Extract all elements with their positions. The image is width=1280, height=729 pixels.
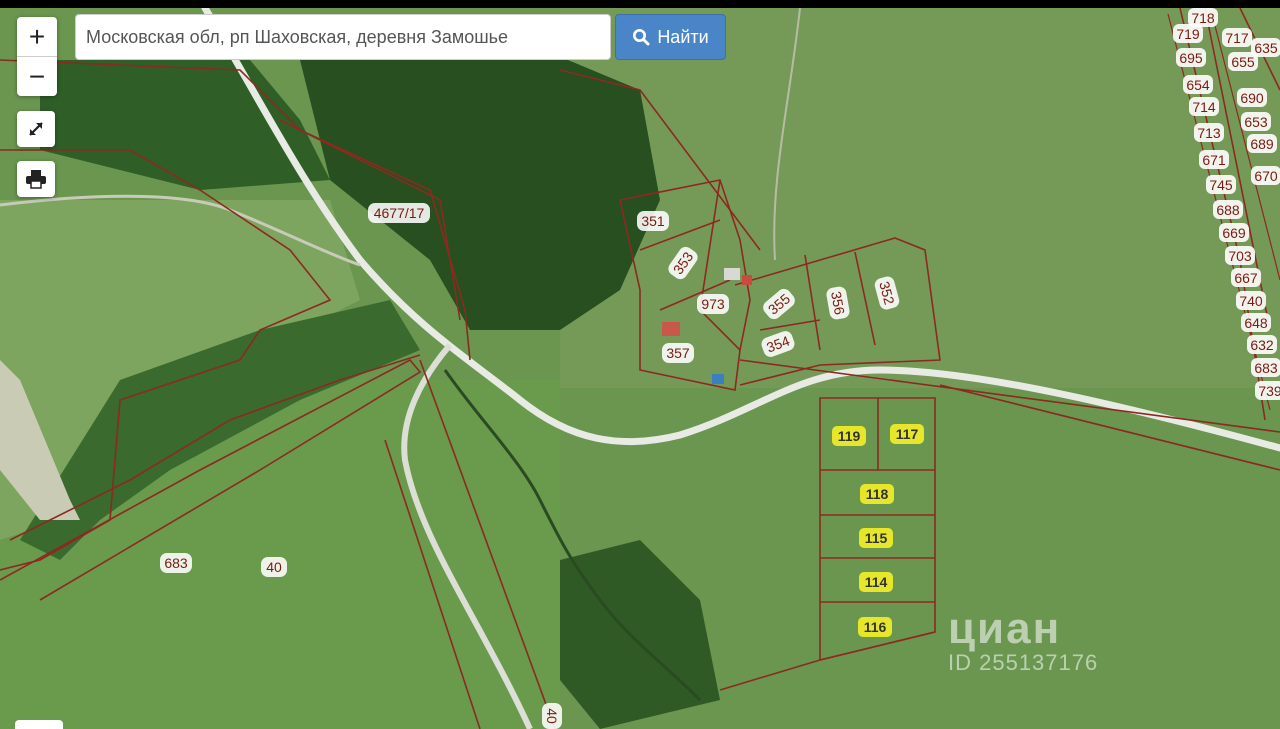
map-view[interactable]: 4677/17 351 353 973 355 356 352 354 357 … (0, 0, 1280, 729)
parcel-label-114[interactable]: 114 (865, 574, 888, 590)
parcel-column-label[interactable]: 671 (1199, 150, 1229, 169)
parcel-column-label[interactable]: 689 (1247, 134, 1277, 153)
parcel-column-label-text: 717 (1225, 30, 1249, 46)
parcel-column-label[interactable]: 690 (1237, 88, 1267, 107)
expand-icon (29, 122, 43, 136)
parcel-column-label[interactable]: 648 (1241, 313, 1271, 332)
fullscreen-button[interactable] (17, 111, 55, 147)
parcel-column-label-text: 714 (1192, 99, 1216, 115)
parcel-column-label-text: 655 (1231, 54, 1255, 70)
watermark: циан ID 255137176 (948, 604, 1098, 676)
parcel-column-label-text: 635 (1254, 40, 1278, 56)
parcel-column-label-text: 671 (1202, 152, 1226, 168)
parcel-column-label[interactable]: 688 (1213, 200, 1243, 219)
zoom-out-button[interactable]: − (17, 56, 57, 96)
parcel-label-357[interactable]: 357 (666, 345, 690, 361)
parcel-label-115[interactable]: 115 (865, 530, 888, 546)
building (712, 374, 724, 384)
printer-icon (26, 170, 46, 189)
parcel-column-label-text: 670 (1254, 168, 1278, 184)
parcel-label-351[interactable]: 351 (641, 213, 665, 229)
parcel-column-label[interactable]: 713 (1194, 123, 1224, 142)
parcel-column-label-text: 669 (1222, 225, 1246, 241)
parcel-column-label[interactable]: 695 (1176, 48, 1206, 67)
parcel-column-label-text: 689 (1250, 136, 1274, 152)
parcel-label-118[interactable]: 118 (866, 486, 889, 502)
parcel-column-label-text: 740 (1239, 293, 1263, 309)
parcel-column-label-text: 745 (1209, 177, 1233, 193)
parcel-column-label-text: 695 (1179, 50, 1203, 66)
parcel-column-label-text: 713 (1197, 125, 1221, 141)
parcel-column-label-text: 719 (1176, 26, 1200, 42)
parcel-column-label[interactable]: 703 (1225, 246, 1255, 265)
parcel-column-label-text: 739 (1258, 383, 1280, 399)
parcel-label-40[interactable]: 40 (266, 559, 282, 575)
find-button-label: Найти (657, 26, 709, 47)
parcel-column-label[interactable]: 714 (1189, 97, 1219, 116)
parcel-column-label-text: 632 (1250, 337, 1274, 353)
parcel-column-label[interactable]: 654 (1183, 75, 1213, 94)
watermark-id: ID 255137176 (948, 650, 1099, 675)
parcel-label-40-road[interactable]: 40 (544, 708, 560, 724)
zoom-in-button[interactable]: + (17, 17, 57, 56)
parcel-column-label[interactable]: 739 (1255, 381, 1280, 400)
parcel-column-label[interactable]: 719 (1173, 24, 1203, 43)
parcel-column-label[interactable]: 683 (1251, 358, 1280, 377)
parcel-label-116[interactable]: 116 (864, 619, 887, 635)
parcel-column-label[interactable]: 655 (1228, 52, 1258, 71)
parcel-label-683[interactable]: 683 (164, 555, 188, 571)
building (662, 322, 680, 336)
parcel-column-label-text: 648 (1244, 315, 1268, 331)
watermark-brand: циан (948, 604, 1062, 653)
building (742, 275, 752, 285)
parcel-column-label-text: 683 (1254, 360, 1278, 376)
bottom-control-stub[interactable] (15, 720, 63, 729)
parcel-column-label[interactable]: 669 (1219, 223, 1249, 242)
find-button[interactable]: Найти (615, 14, 726, 60)
parcel-label-117[interactable]: 117 (896, 426, 919, 442)
parcel-column-label-text: 718 (1191, 10, 1215, 26)
address-search-input[interactable] (75, 14, 611, 60)
parcel-label-973[interactable]: 973 (701, 296, 725, 312)
parcel-column-label[interactable]: 670 (1251, 166, 1280, 185)
parcel-column-label-text: 667 (1234, 270, 1258, 286)
top-black-bar (0, 0, 1280, 8)
parcel-label-4677-17[interactable]: 4677/17 (374, 205, 425, 221)
parcel-column-label-text: 690 (1240, 90, 1264, 106)
parcel-column-label-text: 688 (1216, 202, 1240, 218)
building (724, 268, 740, 280)
parcel-column-label[interactable]: 632 (1247, 335, 1277, 354)
search-icon (633, 29, 650, 46)
parcel-label-119[interactable]: 119 (838, 428, 861, 444)
zoom-control: + − (17, 17, 57, 96)
parcel-column-label[interactable]: 667 (1231, 268, 1261, 287)
parcel-column-label[interactable]: 740 (1236, 291, 1266, 310)
parcel-column-label[interactable]: 745 (1206, 175, 1236, 194)
parcel-column-label-text: 653 (1244, 114, 1268, 130)
parcel-column-label-text: 703 (1228, 248, 1252, 264)
parcel-column-label[interactable]: 653 (1241, 112, 1271, 131)
parcel-column-label-text: 654 (1186, 77, 1210, 93)
parcel-column-label[interactable]: 717 (1222, 28, 1252, 47)
print-button[interactable] (17, 161, 55, 197)
